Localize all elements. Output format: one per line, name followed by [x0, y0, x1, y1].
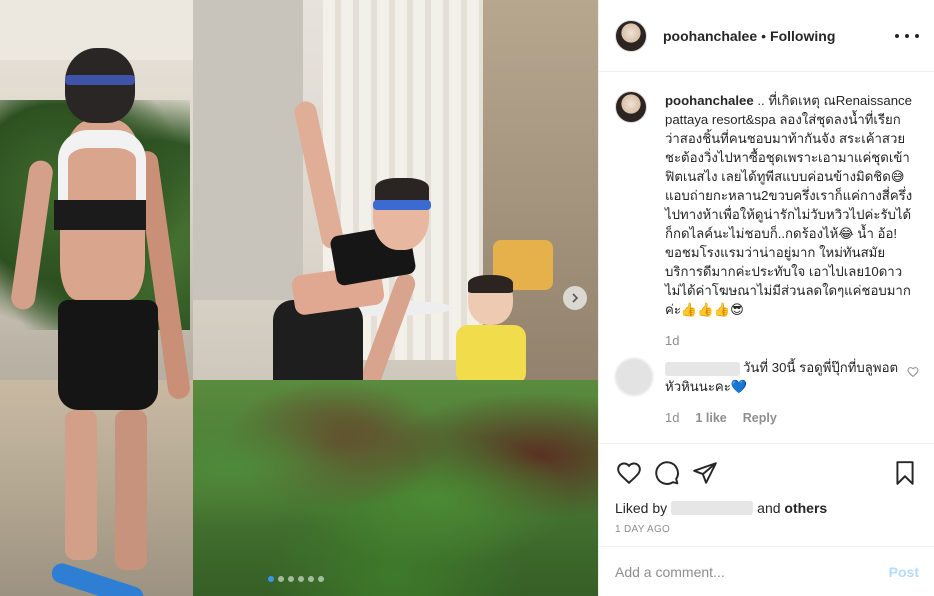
more-options-icon[interactable]	[895, 26, 919, 46]
caption-body: .. ที่เกิดเหตุ ณRenaissance pattaya reso…	[665, 93, 913, 317]
comment-body: วันที่ 30นี้ รอดูพี่ปุ๊กที่บลูพอตหัวหินน…	[665, 358, 900, 396]
carousel-dot	[278, 576, 284, 582]
comment-like-heart-icon[interactable]	[907, 366, 919, 378]
comment-likes[interactable]: 1 like	[695, 411, 726, 425]
carousel-next-button[interactable]	[563, 286, 587, 310]
add-comment-input[interactable]	[615, 563, 889, 580]
carousel-dots	[268, 576, 324, 582]
chevron-right-icon	[572, 293, 579, 303]
liked-and: and	[757, 500, 781, 516]
carousel-dot	[308, 576, 314, 582]
instagram-post: poohanchalee • Following poohanchalee ..…	[0, 0, 934, 596]
post-comment-button[interactable]: Post	[889, 564, 919, 580]
share-paper-plane-icon[interactable]	[691, 459, 719, 487]
post-actions: Liked by and others 1 DAY AGO	[599, 443, 934, 547]
post-media-carousel[interactable]	[0, 0, 598, 596]
photo-left-panel	[0, 0, 193, 596]
caption-avatar[interactable]	[615, 91, 647, 123]
bookmark-save-icon[interactable]	[891, 459, 919, 487]
post-sidebar: poohanchalee • Following poohanchalee ..…	[598, 0, 934, 596]
carousel-dot	[298, 576, 304, 582]
comment-username-blurred[interactable]	[665, 361, 740, 376]
comments-section: poohanchalee .. ที่เกิดเหตุ ณRenaissance…	[599, 73, 934, 443]
foreground-plants	[193, 380, 598, 596]
woman-back-figure	[9, 40, 192, 596]
caption-text: poohanchalee .. ที่เกิดเหตุ ณRenaissance…	[665, 91, 915, 319]
post-time-ago: 1 DAY AGO	[615, 524, 671, 535]
reply-button[interactable]: Reply	[743, 411, 777, 425]
comment-item: วันที่ 30นี้ รอดูพี่ปุ๊กที่บลูพอตหัวหินน…	[615, 358, 919, 396]
comment-avatar-blurred[interactable]	[615, 358, 653, 396]
liked-others-link[interactable]: others	[784, 500, 827, 516]
header-username[interactable]: poohanchalee	[663, 28, 757, 44]
comment-age: 1d	[665, 410, 680, 425]
caption: poohanchalee .. ที่เกิดเหตุ ณRenaissance…	[615, 91, 919, 319]
action-icons	[615, 458, 919, 488]
post-header: poohanchalee • Following	[599, 0, 934, 72]
like-heart-icon[interactable]	[615, 459, 643, 487]
carousel-dot	[318, 576, 324, 582]
carousel-dot	[288, 576, 294, 582]
caption-age: 1d	[665, 333, 680, 348]
avatar[interactable]	[615, 19, 647, 52]
comment-bubble-icon[interactable]	[653, 459, 681, 487]
liked-by: Liked by and others	[615, 500, 919, 516]
liked-prefix: Liked by	[615, 500, 668, 516]
comment-meta: 1d 1 like Reply	[665, 410, 919, 425]
add-comment-bar: Post	[599, 546, 934, 596]
header-separator: •	[761, 27, 767, 44]
liked-username-blurred[interactable]	[671, 501, 754, 515]
caption-username[interactable]: poohanchalee	[665, 93, 754, 108]
carousel-dot	[268, 576, 274, 582]
following-button[interactable]: Following	[770, 28, 835, 44]
photo-right-panel	[193, 0, 598, 596]
